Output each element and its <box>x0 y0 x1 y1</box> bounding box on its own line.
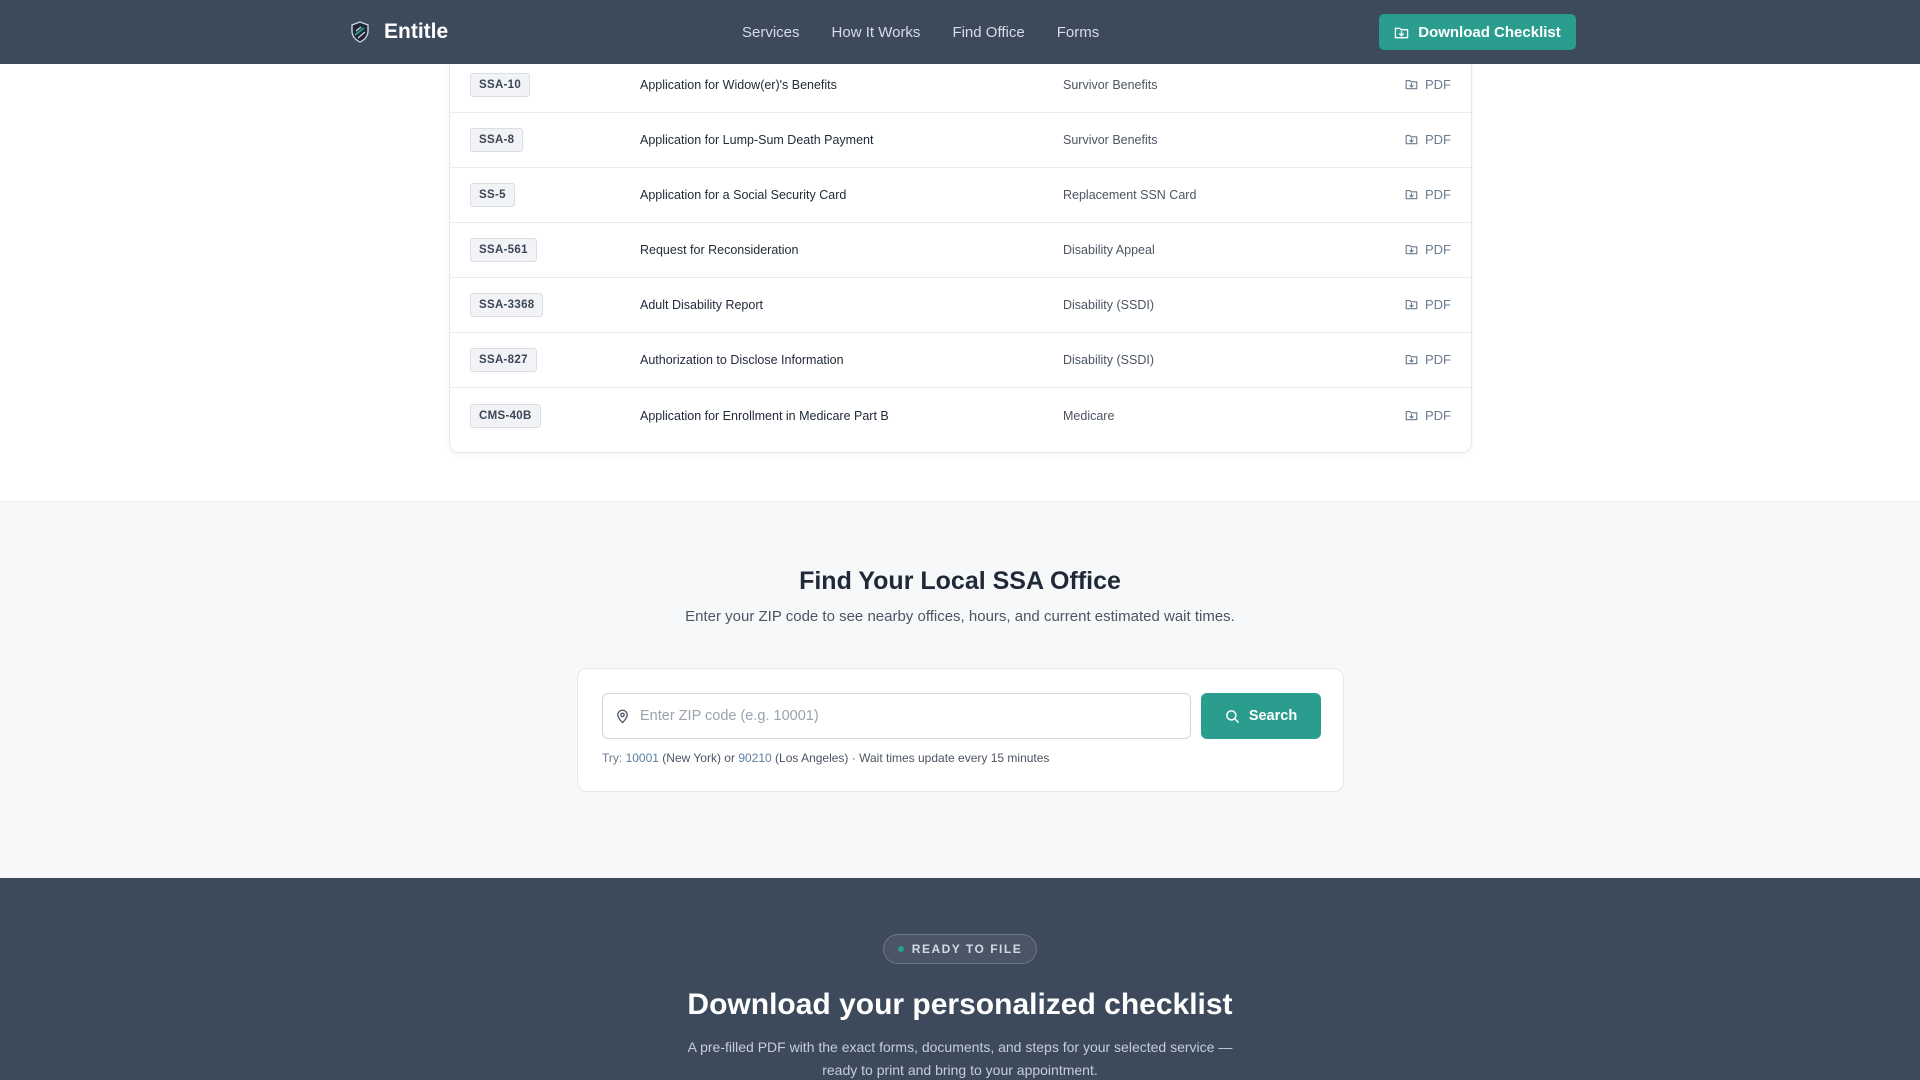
form-title: Application for Widow(er)'s Benefits <box>640 78 837 92</box>
form-title: Authorization to Disclose Information <box>640 353 844 367</box>
zip-input-wrapper <box>602 693 1191 739</box>
pdf-download-link[interactable]: PDF <box>1405 352 1451 367</box>
brand[interactable]: Entitle <box>348 0 448 64</box>
table-row: CMS-40B Application for Enrollment in Me… <box>450 388 1471 443</box>
pdf-download-link[interactable]: PDF <box>1405 77 1451 92</box>
download-checklist-label: Download Checklist <box>1418 23 1561 41</box>
nav-how-it-works[interactable]: How It Works <box>832 24 921 41</box>
form-title: Application for Enrollment in Medicare P… <box>640 408 889 423</box>
find-office-section: Find Your Local SSA Office Enter your ZI… <box>0 501 1920 878</box>
download-icon <box>1405 298 1418 311</box>
ready-to-file-badge: READY TO FILE <box>883 934 1037 964</box>
hint-city-los-angeles: (Los Angeles) <box>775 751 849 765</box>
table-row: SSA-3368 Adult Disability Report Disabil… <box>450 278 1471 333</box>
table-row: SSA-10 Application for Widow(er)'s Benef… <box>450 58 1471 113</box>
form-code-badge: CMS-40B <box>470 403 541 428</box>
table-row: SSA-827 Authorization to Disclose Inform… <box>450 333 1471 388</box>
search-icon <box>1225 709 1240 724</box>
checklist-section: READY TO FILE Download your personalized… <box>0 878 1920 1080</box>
form-title: Adult Disability Report <box>640 298 763 312</box>
pdf-label: PDF <box>1425 296 1451 312</box>
search-button[interactable]: Search <box>1201 693 1321 739</box>
pdf-label: PDF <box>1425 186 1451 202</box>
hint-zip-new-york[interactable]: 10001 <box>626 751 659 765</box>
form-category: Survivor Benefits <box>1063 78 1158 92</box>
office-search-card: Search Try: 10001 (New York) or 90210 (L… <box>577 668 1344 792</box>
table-row: SSA-8 Application for Lump-Sum Death Pay… <box>450 113 1471 168</box>
pdf-label: PDF <box>1425 131 1451 147</box>
office-title: Find Your Local SSA Office <box>799 567 1121 595</box>
download-icon <box>1394 25 1409 40</box>
form-title: Application for a Social Security Card <box>640 188 847 202</box>
pdf-download-link[interactable]: PDF <box>1405 407 1451 422</box>
form-code-badge: SSA-827 <box>470 348 537 372</box>
hint-city-new-york: (New York) or <box>662 751 735 765</box>
download-checklist-button[interactable]: Download Checklist <box>1379 14 1576 50</box>
form-code-badge: SSA-8 <box>470 128 524 152</box>
download-icon <box>1405 353 1418 366</box>
office-subtitle: Enter your ZIP code to see nearby office… <box>685 608 1235 625</box>
shield-logo-icon <box>348 20 372 44</box>
form-code-badge: SSA-10 <box>470 73 531 97</box>
pdf-download-link[interactable]: PDF <box>1405 297 1451 312</box>
search-label: Search <box>1248 708 1298 724</box>
form-code-badge: SSA-3368 <box>470 293 544 317</box>
ready-pill-label: READY TO FILE <box>911 942 1023 956</box>
map-pin-icon <box>615 709 630 724</box>
table-row: SSA-561 Request for Reconsideration Disa… <box>450 223 1471 278</box>
form-category: Disability Appeal <box>1063 243 1155 257</box>
form-title: Application for Lump-Sum Death Payment <box>640 133 874 147</box>
hint-zip-los-angeles[interactable]: 90210 <box>738 751 771 765</box>
nav-find-office[interactable]: Find Office <box>952 24 1024 41</box>
status-dot-icon <box>897 946 904 952</box>
download-icon <box>1405 133 1418 146</box>
pdf-label: PDF <box>1425 407 1451 423</box>
main-nav: Services How It Works Find Office Forms <box>742 0 1099 64</box>
hint-wait-note: · Wait times update every 15 minutes <box>851 751 1050 765</box>
nav-services[interactable]: Services <box>742 24 800 41</box>
nav-forms[interactable]: Forms <box>1057 24 1100 41</box>
form-category: Survivor Benefits <box>1063 133 1158 147</box>
site-header: Entitle Services How It Works Find Offic… <box>0 0 1920 64</box>
form-category: Disability (SSDI) <box>1063 298 1154 312</box>
pdf-download-link[interactable]: PDF <box>1405 187 1451 202</box>
download-icon <box>1405 188 1418 201</box>
pdf-download-link[interactable]: PDF <box>1405 242 1451 257</box>
brand-name: Entitle <box>384 20 449 43</box>
download-icon <box>1405 243 1418 256</box>
zip-hint: Try: 10001 (New York) or 90210 (Los Ange… <box>602 751 1049 765</box>
checklist-title: Download your personalized checklist <box>687 988 1233 1021</box>
form-category: Disability (SSDI) <box>1063 353 1154 367</box>
pdf-download-link[interactable]: PDF <box>1405 132 1451 147</box>
form-code-badge: SSA-561 <box>470 238 537 262</box>
form-code-badge: SS-5 <box>470 183 515 207</box>
download-icon <box>1405 408 1418 421</box>
checklist-description: A pre-filled PDF with the exact forms, d… <box>687 1039 1233 1078</box>
pdf-label: PDF <box>1425 351 1451 367</box>
pdf-label: PDF <box>1425 76 1451 92</box>
forms-table: SSA-10 Application for Widow(er)'s Benef… <box>449 46 1472 453</box>
form-category: Medicare <box>1063 408 1115 423</box>
form-title: Request for Reconsideration <box>640 243 799 257</box>
download-icon <box>1405 78 1418 91</box>
hint-try: Try: <box>602 751 623 765</box>
form-category: Replacement SSN Card <box>1063 188 1197 202</box>
pdf-label: PDF <box>1425 241 1451 257</box>
zip-input[interactable] <box>640 708 1180 724</box>
table-row: SS-5 Application for a Social Security C… <box>450 168 1471 223</box>
